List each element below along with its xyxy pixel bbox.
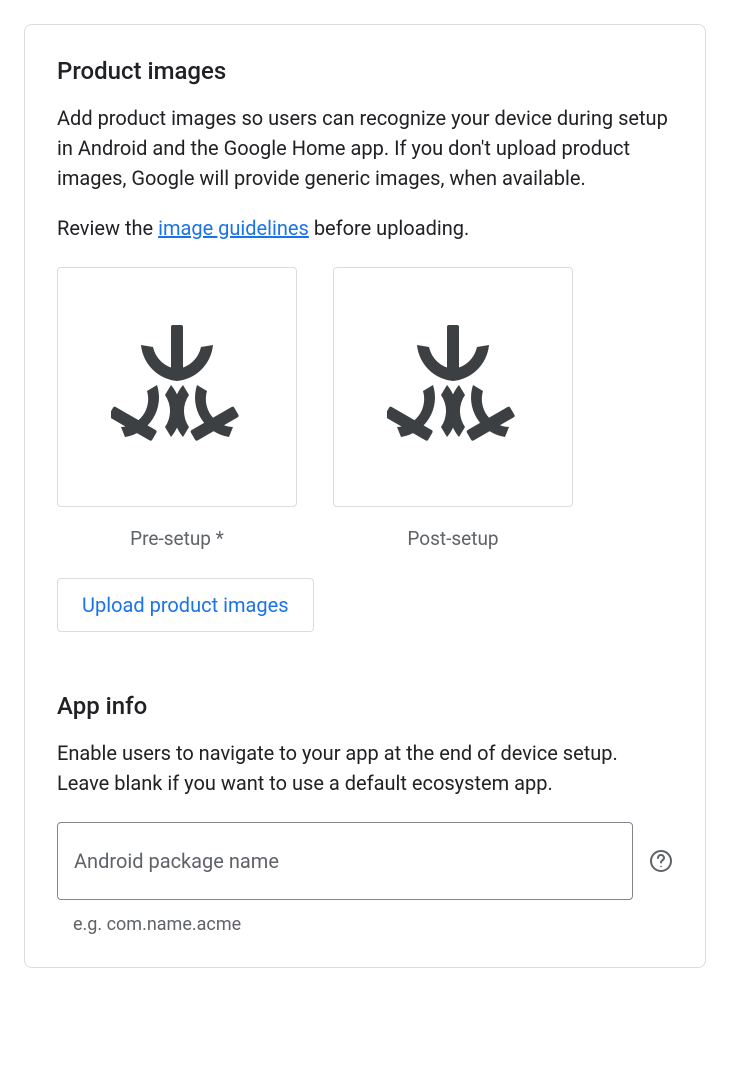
matter-logo-icon	[111, 325, 243, 449]
product-images-title: Product images	[57, 57, 673, 85]
help-icon[interactable]	[649, 849, 673, 873]
image-guidelines-link[interactable]: image guidelines	[158, 216, 309, 240]
post-setup-slot: Post-setup	[333, 267, 573, 550]
settings-card: Product images Add product images so use…	[24, 24, 706, 968]
review-prefix: Review the	[57, 216, 158, 240]
app-info-section: App info Enable users to navigate to you…	[57, 692, 673, 935]
guidelines-sentence: Review the image guidelines before uploa…	[57, 213, 673, 243]
app-info-title: App info	[57, 692, 673, 720]
package-input-row	[57, 822, 673, 900]
product-images-description: Add product images so users can recogniz…	[57, 103, 673, 193]
package-input-wrap	[57, 822, 633, 900]
pre-setup-slot: Pre-setup *	[57, 267, 297, 550]
android-package-name-input[interactable]	[57, 822, 633, 900]
post-setup-caption: Post-setup	[407, 527, 498, 550]
app-info-description: Enable users to navigate to your app at …	[57, 738, 673, 798]
product-images-section: Product images Add product images so use…	[57, 57, 673, 632]
review-suffix: before uploading.	[309, 216, 469, 240]
post-setup-image-box[interactable]	[333, 267, 573, 507]
pre-setup-image-box[interactable]	[57, 267, 297, 507]
image-slots-row: Pre-setup *	[57, 267, 673, 550]
upload-product-images-button[interactable]: Upload product images	[57, 578, 314, 632]
pre-setup-caption: Pre-setup *	[130, 527, 224, 550]
package-hint: e.g. com.name.acme	[73, 914, 673, 935]
matter-logo-icon	[387, 325, 519, 449]
